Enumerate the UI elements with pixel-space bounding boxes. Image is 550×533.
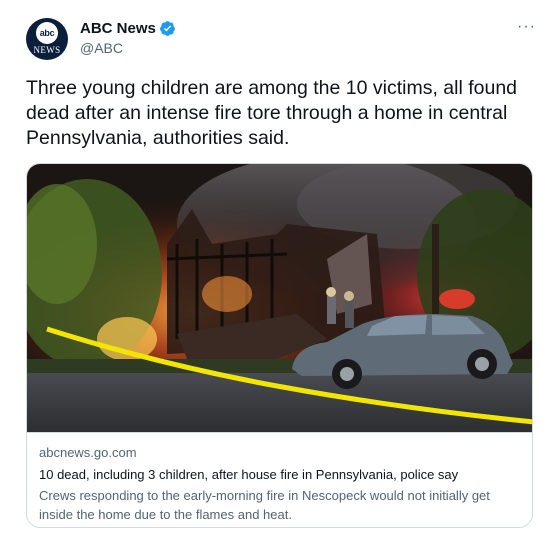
card-description: Crews responding to the early-morning fi… xyxy=(39,488,490,522)
author-names: ABC News @ABC xyxy=(80,18,176,56)
card-domain: abcnews.go.com xyxy=(39,445,137,460)
abc-logo: abc xyxy=(36,22,58,44)
link-card[interactable]: abcnews.go.com 10 dead, including 3 chil… xyxy=(26,163,533,528)
news-logo-word: NEWS xyxy=(33,45,61,55)
name-row: ABC News xyxy=(80,20,176,37)
tweet-header: abc NEWS ABC News @ABC ··· xyxy=(26,18,536,62)
card-title[interactable]: 10 dead, including 3 children, after hou… xyxy=(39,466,520,483)
more-horizontal-icon[interactable]: ··· xyxy=(517,18,536,35)
author-display-name[interactable]: ABC News xyxy=(80,20,156,37)
card-image[interactable] xyxy=(27,164,533,432)
avatar[interactable]: abc NEWS xyxy=(26,18,68,60)
tweet-text: Three young children are among the 10 vi… xyxy=(26,77,518,149)
author-handle[interactable]: @ABC xyxy=(80,40,176,56)
verified-badge-icon xyxy=(159,21,175,36)
card-meta: abcnews.go.com 10 dead, including 3 chil… xyxy=(27,432,532,527)
